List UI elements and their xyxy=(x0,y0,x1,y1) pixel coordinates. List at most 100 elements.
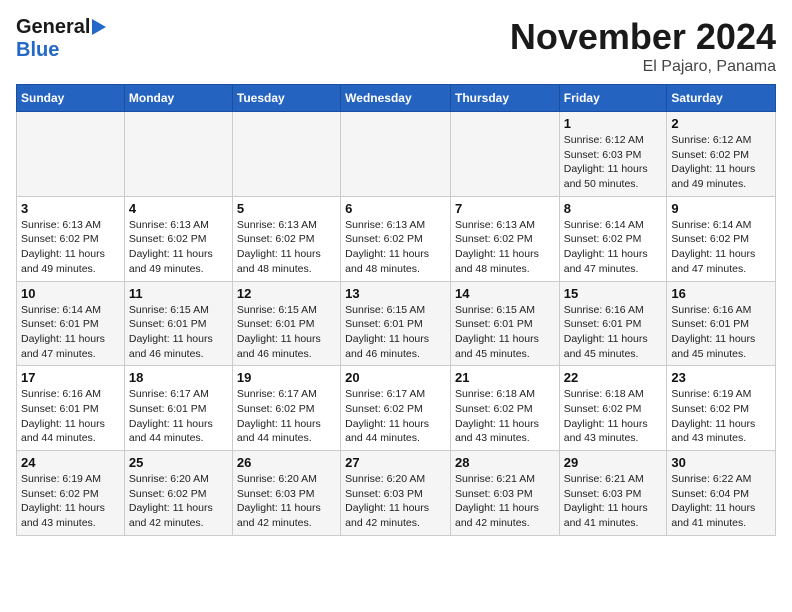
calendar-cell: 2 Sunrise: 6:12 AMSunset: 6:02 PMDaylight… xyxy=(667,112,776,197)
calendar-cell: 20 Sunrise: 6:17 AMSunset: 6:02 PMDayligh… xyxy=(341,366,451,451)
day-of-week-header: Tuesday xyxy=(232,85,340,112)
calendar-cell: 13 Sunrise: 6:15 AMSunset: 6:01 PMDayligh… xyxy=(341,281,451,366)
day-of-week-header: Saturday xyxy=(667,85,776,112)
calendar-cell: 11Sunrise: 6:15 AMSunset: 6:01 PMDayligh… xyxy=(124,281,232,366)
calendar-cell: 22Sunrise: 6:18 AMSunset: 6:02 PMDayligh… xyxy=(559,366,667,451)
day-number: 5 xyxy=(237,201,336,216)
day-number: 11 xyxy=(129,286,228,301)
day-number: 26 xyxy=(237,455,336,470)
calendar-header-row: SundayMondayTuesdayWednesdayThursdayFrid… xyxy=(17,85,776,112)
day-number: 6 xyxy=(345,201,446,216)
calendar-cell: 27 Sunrise: 6:20 AMSunset: 6:03 PMDayligh… xyxy=(341,451,451,536)
calendar-cell: 1 Sunrise: 6:12 AMSunset: 6:03 PMDaylight… xyxy=(559,112,667,197)
day-number: 22 xyxy=(564,370,663,385)
calendar-cell: 17 Sunrise: 6:16 AMSunset: 6:01 PMDayligh… xyxy=(17,366,125,451)
day-info: Sunrise: 6:19 AMSunset: 6:02 PMDaylight:… xyxy=(21,472,120,531)
calendar-week-row: 3 Sunrise: 6:13 AMSunset: 6:02 PMDaylight… xyxy=(17,196,776,281)
day-info: Sunrise: 6:16 AMSunset: 6:01 PMDaylight:… xyxy=(564,303,663,362)
day-info: Sunrise: 6:17 AMSunset: 6:02 PMDaylight:… xyxy=(237,387,336,446)
day-info: Sunrise: 6:20 AMSunset: 6:03 PMDaylight:… xyxy=(237,472,336,531)
calendar-cell: 8 Sunrise: 6:14 AMSunset: 6:02 PMDaylight… xyxy=(559,196,667,281)
page-title: November 2024 xyxy=(510,16,776,58)
day-number: 23 xyxy=(671,370,771,385)
day-number: 27 xyxy=(345,455,446,470)
logo-arrow-icon xyxy=(92,19,106,35)
calendar-cell: 5 Sunrise: 6:13 AMSunset: 6:02 PMDaylight… xyxy=(232,196,340,281)
day-info: Sunrise: 6:14 AMSunset: 6:02 PMDaylight:… xyxy=(564,218,663,277)
day-info: Sunrise: 6:15 AMSunset: 6:01 PMDaylight:… xyxy=(455,303,555,362)
calendar-cell: 9 Sunrise: 6:14 AMSunset: 6:02 PMDaylight… xyxy=(667,196,776,281)
calendar-cell: 6 Sunrise: 6:13 AMSunset: 6:02 PMDaylight… xyxy=(341,196,451,281)
logo-general-text: General xyxy=(16,16,90,39)
day-number: 17 xyxy=(21,370,120,385)
day-info: Sunrise: 6:21 AMSunset: 6:03 PMDaylight:… xyxy=(564,472,663,531)
day-number: 9 xyxy=(671,201,771,216)
day-info: Sunrise: 6:13 AMSunset: 6:02 PMDaylight:… xyxy=(129,218,228,277)
day-info: Sunrise: 6:13 AMSunset: 6:02 PMDaylight:… xyxy=(21,218,120,277)
day-info: Sunrise: 6:13 AMSunset: 6:02 PMDaylight:… xyxy=(237,218,336,277)
logo-blue-text: Blue xyxy=(16,39,59,61)
calendar-cell: 28Sunrise: 6:21 AMSunset: 6:03 PMDayligh… xyxy=(450,451,559,536)
day-number: 8 xyxy=(564,201,663,216)
day-info: Sunrise: 6:17 AMSunset: 6:02 PMDaylight:… xyxy=(345,387,446,446)
calendar-cell xyxy=(17,112,125,197)
calendar-cell: 7Sunrise: 6:13 AMSunset: 6:02 PMDaylight… xyxy=(450,196,559,281)
day-info: Sunrise: 6:13 AMSunset: 6:02 PMDaylight:… xyxy=(345,218,446,277)
day-number: 13 xyxy=(345,286,446,301)
day-number: 1 xyxy=(564,116,663,131)
calendar-cell: 29Sunrise: 6:21 AMSunset: 6:03 PMDayligh… xyxy=(559,451,667,536)
calendar-cell: 25 Sunrise: 6:20 AMSunset: 6:02 PMDayligh… xyxy=(124,451,232,536)
day-info: Sunrise: 6:12 AMSunset: 6:03 PMDaylight:… xyxy=(564,133,663,192)
day-of-week-header: Thursday xyxy=(450,85,559,112)
day-number: 18 xyxy=(129,370,228,385)
day-info: Sunrise: 6:14 AMSunset: 6:01 PMDaylight:… xyxy=(21,303,120,362)
calendar-cell xyxy=(232,112,340,197)
day-info: Sunrise: 6:18 AMSunset: 6:02 PMDaylight:… xyxy=(455,387,555,446)
calendar-cell: 12Sunrise: 6:15 AMSunset: 6:01 PMDayligh… xyxy=(232,281,340,366)
calendar-cell: 18Sunrise: 6:17 AMSunset: 6:01 PMDayligh… xyxy=(124,366,232,451)
day-of-week-header: Friday xyxy=(559,85,667,112)
day-number: 10 xyxy=(21,286,120,301)
day-info: Sunrise: 6:19 AMSunset: 6:02 PMDaylight:… xyxy=(671,387,771,446)
day-number: 4 xyxy=(129,201,228,216)
day-number: 24 xyxy=(21,455,120,470)
calendar-cell: 4 Sunrise: 6:13 AMSunset: 6:02 PMDaylight… xyxy=(124,196,232,281)
calendar-cell: 30 Sunrise: 6:22 AMSunset: 6:04 PMDayligh… xyxy=(667,451,776,536)
day-of-week-header: Monday xyxy=(124,85,232,112)
day-info: Sunrise: 6:15 AMSunset: 6:01 PMDaylight:… xyxy=(237,303,336,362)
calendar-cell: 19Sunrise: 6:17 AMSunset: 6:02 PMDayligh… xyxy=(232,366,340,451)
day-number: 3 xyxy=(21,201,120,216)
calendar-cell: 14 Sunrise: 6:15 AMSunset: 6:01 PMDayligh… xyxy=(450,281,559,366)
day-number: 7 xyxy=(455,201,555,216)
calendar-body: 1 Sunrise: 6:12 AMSunset: 6:03 PMDaylight… xyxy=(17,112,776,536)
calendar-cell: 15Sunrise: 6:16 AMSunset: 6:01 PMDayligh… xyxy=(559,281,667,366)
day-info: Sunrise: 6:22 AMSunset: 6:04 PMDaylight:… xyxy=(671,472,771,531)
day-number: 16 xyxy=(671,286,771,301)
day-number: 20 xyxy=(345,370,446,385)
day-number: 30 xyxy=(671,455,771,470)
day-number: 2 xyxy=(671,116,771,131)
day-info: Sunrise: 6:20 AMSunset: 6:02 PMDaylight:… xyxy=(129,472,228,531)
day-info: Sunrise: 6:12 AMSunset: 6:02 PMDaylight:… xyxy=(671,133,771,192)
calendar-cell xyxy=(124,112,232,197)
calendar-week-row: 17 Sunrise: 6:16 AMSunset: 6:01 PMDayligh… xyxy=(17,366,776,451)
day-info: Sunrise: 6:16 AMSunset: 6:01 PMDaylight:… xyxy=(671,303,771,362)
calendar-week-row: 24 Sunrise: 6:19 AMSunset: 6:02 PMDayligh… xyxy=(17,451,776,536)
calendar-cell: 21 Sunrise: 6:18 AMSunset: 6:02 PMDayligh… xyxy=(450,366,559,451)
page-header: General Blue November 2024 El Pajaro, Pa… xyxy=(16,16,776,76)
calendar-cell: 3 Sunrise: 6:13 AMSunset: 6:02 PMDaylight… xyxy=(17,196,125,281)
day-number: 14 xyxy=(455,286,555,301)
day-info: Sunrise: 6:16 AMSunset: 6:01 PMDaylight:… xyxy=(21,387,120,446)
day-info: Sunrise: 6:14 AMSunset: 6:02 PMDaylight:… xyxy=(671,218,771,277)
title-block: November 2024 El Pajaro, Panama xyxy=(510,16,776,76)
day-info: Sunrise: 6:15 AMSunset: 6:01 PMDaylight:… xyxy=(345,303,446,362)
day-of-week-header: Wednesday xyxy=(341,85,451,112)
day-info: Sunrise: 6:20 AMSunset: 6:03 PMDaylight:… xyxy=(345,472,446,531)
calendar-cell: 24 Sunrise: 6:19 AMSunset: 6:02 PMDayligh… xyxy=(17,451,125,536)
day-number: 25 xyxy=(129,455,228,470)
calendar-cell xyxy=(341,112,451,197)
day-number: 28 xyxy=(455,455,555,470)
day-number: 21 xyxy=(455,370,555,385)
day-of-week-header: Sunday xyxy=(17,85,125,112)
page-subtitle: El Pajaro, Panama xyxy=(510,58,776,76)
